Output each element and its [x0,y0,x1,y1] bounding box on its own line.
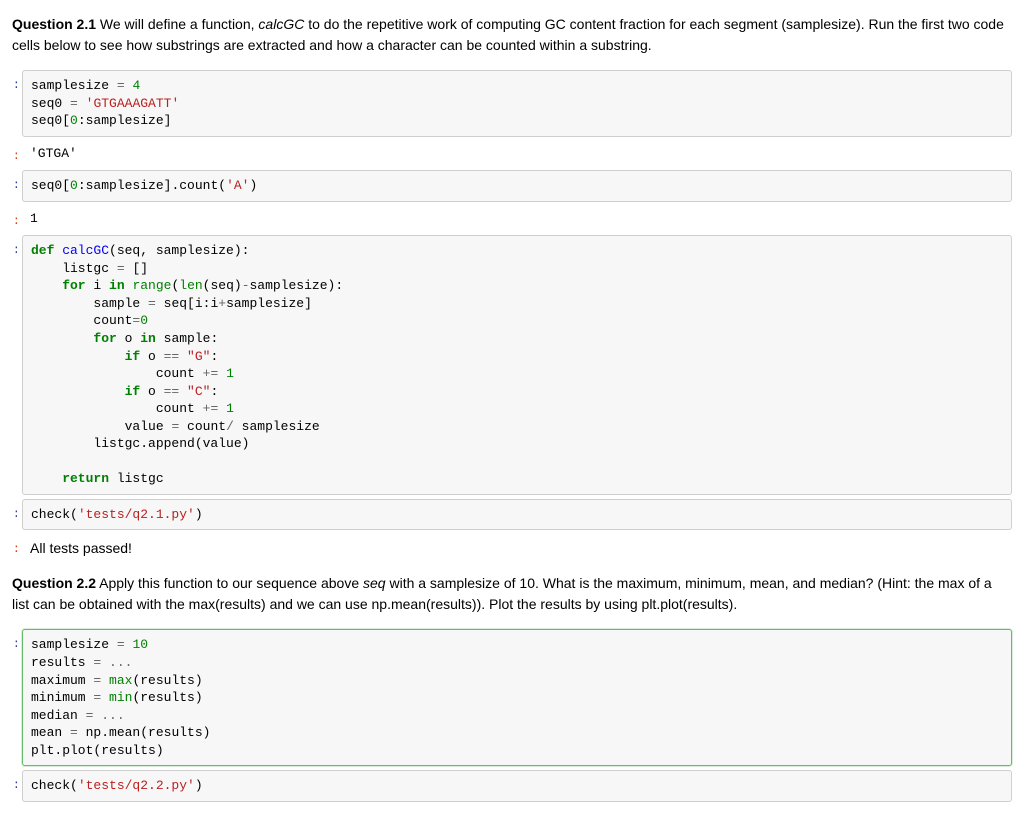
code-cell-3[interactable]: : def calcGC(seq, samplesize): listgc = … [12,235,1012,495]
question-2-2: Question 2.2 Apply this function to our … [12,573,1012,615]
question-2-1-func: calcGC [258,16,304,32]
output-cell-1: : 'GTGA' [12,141,1012,167]
code-cell-6[interactable]: : check('tests/q2.2.py') [12,770,1012,802]
question-2-2-var: seq [363,575,386,591]
output-text: All tests passed! [22,534,1012,569]
code-input[interactable]: check('tests/q2.1.py') [22,499,1012,531]
output-text: 'GTGA' [22,141,1012,167]
question-2-1: Question 2.1 We will define a function, … [12,14,1012,56]
code-input[interactable]: def calcGC(seq, samplesize): listgc = []… [22,235,1012,495]
code-input[interactable]: check('tests/q2.2.py') [22,770,1012,802]
output-text: 1 [22,206,1012,232]
out-prompt: : [12,534,20,558]
in-prompt: : [12,770,20,794]
code-cell-4[interactable]: : check('tests/q2.1.py') [12,499,1012,531]
question-2-1-label: Question 2.1 [12,16,96,32]
out-prompt: : [12,206,20,230]
output-cell-4: : All tests passed! [12,534,1012,569]
code-input[interactable]: samplesize = 4 seq0 = 'GTGAAAGATT' seq0[… [22,70,1012,137]
in-prompt: : [12,499,20,523]
in-prompt: : [12,170,20,194]
question-2-2-label: Question 2.2 [12,575,96,591]
in-prompt: : [12,629,20,653]
code-cell-2[interactable]: : seq0[0:samplesize].count('A') [12,170,1012,202]
question-2-2-text-a: Apply this function to our sequence abov… [96,575,363,591]
code-input[interactable]: seq0[0:samplesize].count('A') [22,170,1012,202]
out-prompt: : [12,141,20,165]
in-prompt: : [12,235,20,259]
in-prompt: : [12,70,20,94]
code-cell-5[interactable]: : samplesize = 10 results = ... maximum … [12,629,1012,766]
code-cell-1[interactable]: : samplesize = 4 seq0 = 'GTGAAAGATT' seq… [12,70,1012,137]
output-cell-2: : 1 [12,206,1012,232]
code-input[interactable]: samplesize = 10 results = ... maximum = … [22,629,1012,766]
question-2-1-text-a: We will define a function, [96,16,258,32]
